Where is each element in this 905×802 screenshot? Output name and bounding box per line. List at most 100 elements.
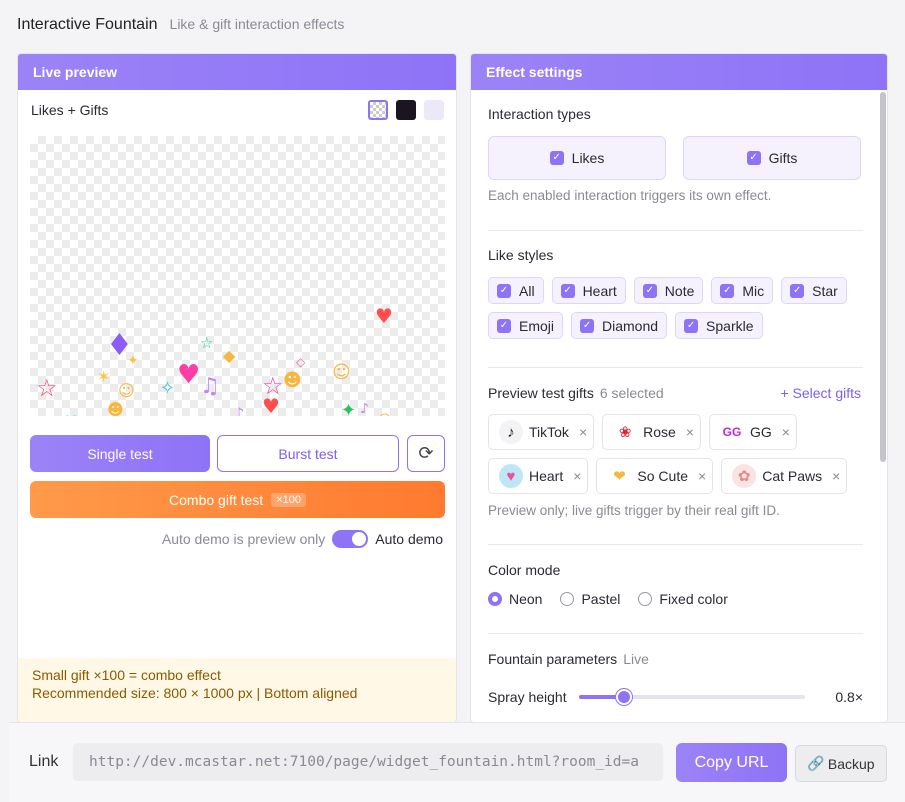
like-style-diamond[interactable]: ✓ Diamond [571,312,668,339]
check-icon: ✓ [720,283,735,298]
gifts-checkbox[interactable]: ✓ Gifts [683,136,861,180]
emoji-particle-icon: ☺ [332,362,351,383]
note-particle-icon: ♪ [234,404,245,417]
heart-particle-icon: ♥ [177,360,201,390]
gift-chip-rose: ❀ Rose × [602,414,701,450]
like-style-note[interactable]: ✓ Note [633,277,704,304]
heart-particle-icon: ♥ [262,394,280,416]
select-gifts-link[interactable]: + Select gifts [780,385,861,401]
combo-note-line-1: Small gift ×100 = combo effect [32,667,221,683]
spray-height-label: Spray height [488,689,567,705]
gift-name: GG [750,424,772,440]
auto-demo-hint: Auto demo is preview only [161,531,326,547]
like-styles-chips: ✓ All ✓ Heart ✓ Note ✓ Mic ✓ Star ✓ Emoji ✓ Dia… [488,277,868,339]
gift-name: Cat Paws [762,468,823,484]
remove-icon[interactable]: × [832,468,840,484]
settings-scrollbar[interactable] [880,92,886,462]
chip-label: Note [664,282,695,299]
auto-demo-toggle[interactable] [332,530,369,548]
chip-label: Star [812,282,838,299]
like-style-mic[interactable]: ✓ Mic [711,277,774,304]
light-bg-icon[interactable] [424,100,444,120]
refresh-icon[interactable]: ⟳ [407,435,445,472]
check-icon: ✓ [549,151,564,165]
slider-handle[interactable] [615,689,632,705]
app-header: Interactive Fountain Like & gift interac… [17,16,344,34]
combo-note-line-2: Recommended size: 800 × 1000 px | Bottom… [32,685,358,701]
color-mode-options: Neon Pastel Fixed color [488,591,728,607]
tiktok-icon: ♪ [499,420,523,444]
checker-bg-icon[interactable] [368,100,388,120]
preview-canvas[interactable]: ♦ ✦ ☆ ◆ ◇ ♥ ♥ ☆ ✶ ☺ ✧ ♫ ☆ ☻ ☺ ♥ ♪ ☻ ✦ ♥ … [30,136,445,416]
emoji-particle-icon: ☻ [107,400,124,417]
star-particle-icon: ☆ [200,334,214,352]
check-icon: ✓ [790,283,805,298]
gift-chip-so-cute: ❤ So Cute × [596,458,714,494]
gift-chip-gg: GG GG × [709,414,797,450]
gift-name: So Cute [637,468,689,484]
remove-icon[interactable]: × [686,424,694,440]
heart-gift-icon: ♥ [499,464,523,488]
radio-label: Fixed color [659,591,728,607]
auto-demo-label: Auto demo [375,531,443,547]
link-footer: Link http://dev.mcastar.net:7100/page/wi… [9,722,905,802]
page-subtitle: Like & gift interaction effects [169,16,345,32]
live-preview-panel: Live preview Likes + Gifts ♦ ✦ ☆ ◆ ◇ ♥ ♥… [17,53,457,723]
spray-height-slider[interactable] [578,689,805,705]
link-label: Link [29,753,59,770]
likes-checkbox[interactable]: ✓ Likes [488,136,666,180]
fountain-params-title: Fountain parameters [488,651,618,667]
effect-settings-panel: Effect settings Interaction types ✓ Like… [470,53,888,723]
divider [488,633,863,634]
remove-icon[interactable]: × [579,424,587,440]
divider [488,367,863,368]
color-mode-pastel[interactable]: Pastel [560,591,620,607]
effect-settings-header: Effect settings [471,54,887,90]
color-mode-label: Color mode [488,562,561,578]
burst-test-button[interactable]: Burst test [217,435,399,472]
gg-icon: GG [722,425,742,439]
chip-label: Diamond [602,317,659,334]
color-mode-neon[interactable]: Neon [488,591,542,607]
combo-gift-test-label: Combo gift test [169,491,264,508]
heart-particle-icon: ♥ [62,413,80,416]
remove-icon[interactable]: × [782,424,790,440]
preview-gifts-title: Preview test gifts [488,385,594,401]
remove-icon[interactable]: × [573,468,581,484]
combo-count-badge: ×100 [271,492,306,507]
emoji-particle-icon: ☺ [378,414,392,416]
gift-name: TikTok [529,424,569,440]
chip-label: Mic [742,282,765,299]
dark-bg-icon[interactable] [396,100,416,120]
gift-chip-tiktok: ♪ TikTok × [488,414,595,450]
like-style-heart[interactable]: ✓ Heart [551,277,626,304]
check-icon: ✓ [580,318,595,333]
like-style-all[interactable]: ✓ All [488,277,544,304]
spray-height-value: 0.8× [835,689,863,705]
radio-icon [560,592,575,606]
remove-icon[interactable]: × [698,468,706,484]
page-title: Interactive Fountain [17,16,158,33]
backup-button[interactable]: 🔗 Backup [795,745,887,782]
gift-list: ♪ TikTok × ❀ Rose × GG GG × ♥ Heart × ❤ So Cute × … [488,414,868,494]
gift-name: Heart [529,468,564,484]
background-switcher [368,100,444,120]
chip-label: Sparkle [706,317,754,334]
check-icon: ✓ [497,318,511,333]
note-particle-icon: ♪ [360,401,369,416]
live-preview-header: Live preview [18,54,456,90]
radio-label: Pastel [581,591,621,607]
chip-label: Emoji [519,317,555,334]
like-style-emoji[interactable]: ✓ Emoji [488,312,564,339]
note-particle-icon: ♫ [200,374,220,399]
widget-url-field[interactable]: http://dev.mcastar.net:7100/page/widget_… [73,743,663,781]
copy-url-button[interactable]: Copy URL [676,743,787,782]
emoji-particle-icon: ☺ [118,381,135,400]
like-style-sparkle[interactable]: ✓ Sparkle [675,312,763,339]
like-style-star[interactable]: ✓ Star [781,277,847,304]
single-test-button[interactable]: Single test [30,435,210,472]
color-mode-fixed[interactable]: Fixed color [638,591,728,607]
so-cute-icon: ❤ [613,468,626,485]
diamond-particle-icon: ◇ [296,355,306,369]
combo-gift-test-button[interactable]: Combo gift test ×100 [30,481,445,518]
